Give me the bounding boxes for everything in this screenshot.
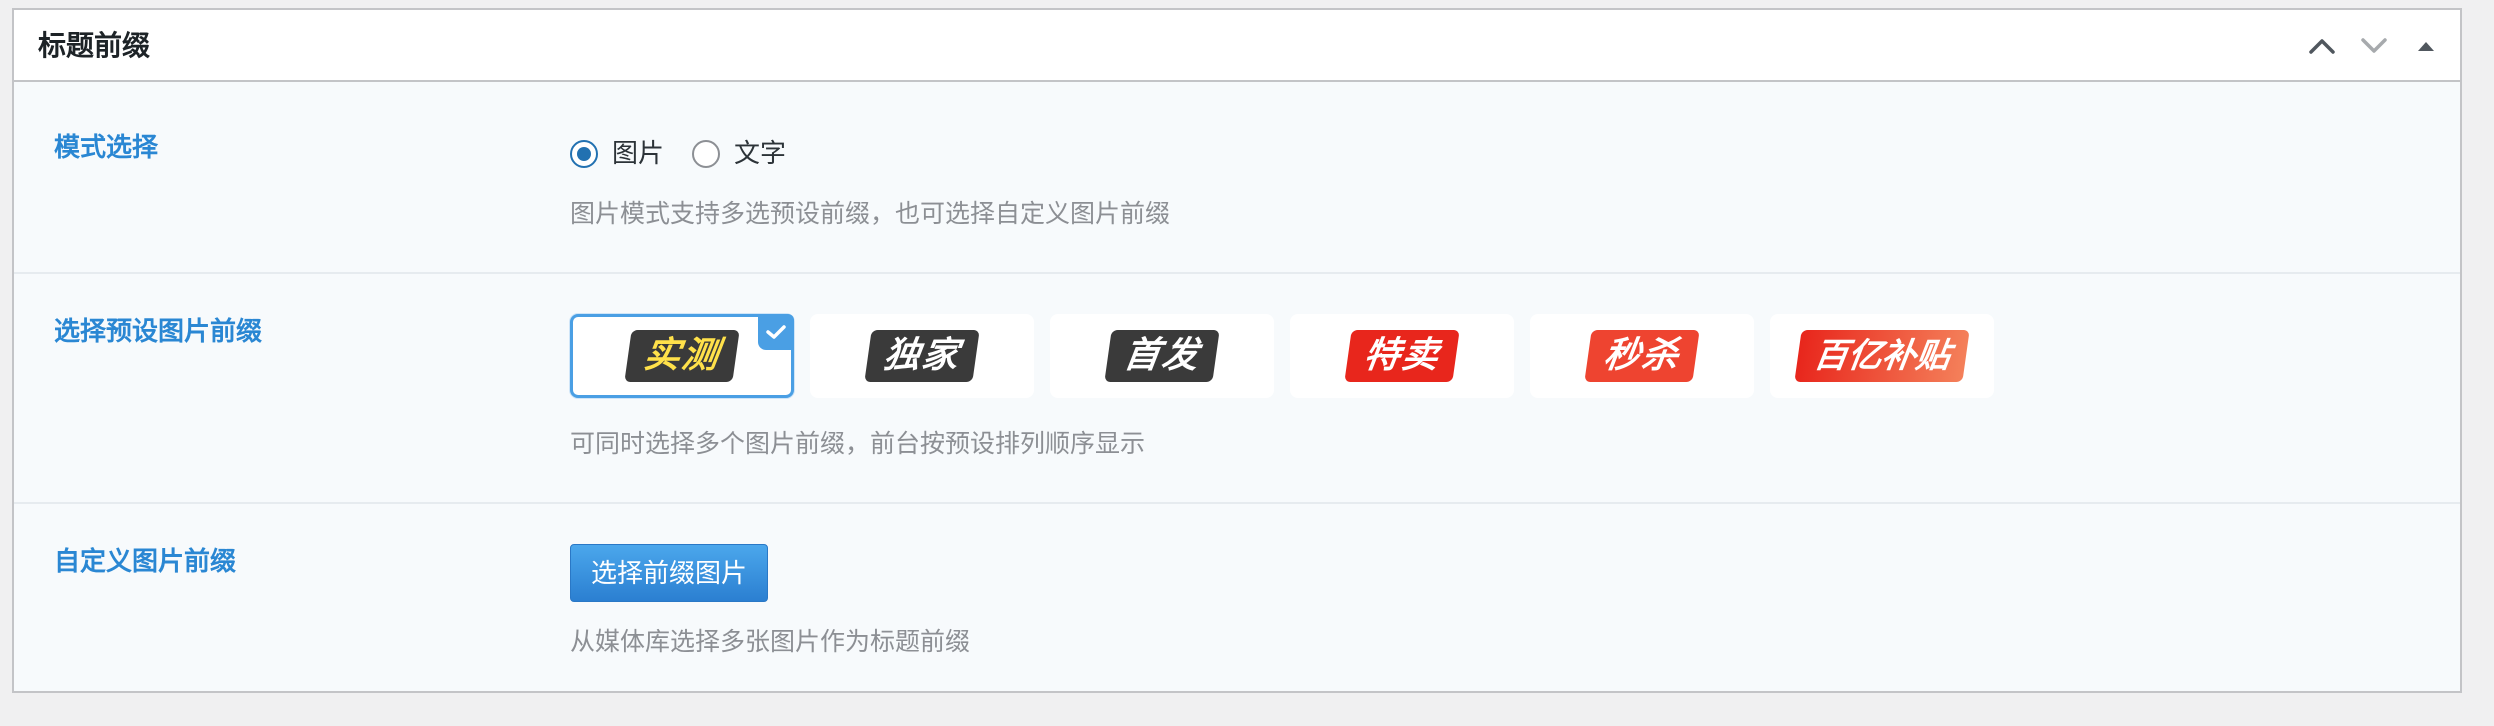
custom-description: 从媒体库选择多张图片作为标题前缀 <box>570 627 971 656</box>
radio-image-label: 图片 <box>612 139 665 169</box>
mode-field: 图片 文字 图片模式支持多选预设前缀，也可选择自定义图片前缀 <box>570 134 1170 230</box>
mode-radio-group: 图片 文字 <box>570 134 1170 174</box>
caret-up-icon <box>2418 42 2434 51</box>
preset-tile-baiyibutie[interactable]: 百亿补贴 <box>1770 314 1994 398</box>
move-down-button[interactable] <box>2348 26 2400 66</box>
preset-field: 实测 独家 首发 特卖 秒杀 百亿补贴 可同时选择多个图片前缀，前台按预设排列顺… <box>570 314 2010 460</box>
radio-dot <box>577 147 591 161</box>
chevron-down-icon <box>2361 38 2387 53</box>
preset-tile-temai[interactable]: 特卖 <box>1290 314 1514 398</box>
preset-badge: 秒杀 <box>1584 330 1700 382</box>
radio-image[interactable] <box>570 140 598 168</box>
custom-label: 自定义图片前缀 <box>54 547 237 577</box>
preset-tiles: 实测 独家 首发 特卖 秒杀 百亿补贴 <box>570 314 2010 398</box>
preset-tile-dujia[interactable]: 独家 <box>810 314 1034 398</box>
preset-badge: 实测 <box>624 330 740 382</box>
panel-title: 标题前缀 <box>38 29 151 62</box>
preset-badge: 独家 <box>864 330 980 382</box>
preset-badge: 首发 <box>1104 330 1220 382</box>
mode-row: 模式选择 图片 文字 图片模式支持多选预设前缀，也可选择自定义图片前缀 <box>14 82 2460 274</box>
selected-check <box>758 314 794 350</box>
chevron-up-icon <box>2309 39 2335 54</box>
custom-field: 选择前缀图片 从媒体库选择多张图片作为标题前缀 <box>570 544 970 658</box>
mode-label: 模式选择 <box>54 133 159 163</box>
toggle-panel-button[interactable] <box>2400 26 2452 66</box>
panel-header: 标题前缀 <box>14 10 2460 82</box>
preset-tile-shice[interactable]: 实测 <box>570 314 794 398</box>
custom-row: 自定义图片前缀 选择前缀图片 从媒体库选择多张图片作为标题前缀 <box>14 504 2460 693</box>
preset-tile-miaosha[interactable]: 秒杀 <box>1530 314 1754 398</box>
checkmark-icon <box>766 325 786 339</box>
radio-text[interactable] <box>692 140 721 168</box>
radio-text-label: 文字 <box>734 139 787 169</box>
mode-description: 图片模式支持多选预设前缀，也可选择自定义图片前缀 <box>570 199 1171 228</box>
preset-row: 选择预设图片前缀 实测 独家 首发 特卖 秒杀 百亿补贴 可同时选择多个图片前缀… <box>14 274 2460 504</box>
preset-badge: 百亿补贴 <box>1794 330 1970 382</box>
preset-label: 选择预设图片前缀 <box>54 317 263 347</box>
preset-tile-shoufa[interactable]: 首发 <box>1050 314 1274 398</box>
title-prefix-panel: 标题前缀 模式选择 图片 文字 图片模式支持多选预设前缀，也可选择自定义图片前缀… <box>12 8 2462 693</box>
choose-prefix-image-button[interactable]: 选择前缀图片 <box>570 544 769 602</box>
mode-option-text[interactable]: 文字 <box>692 138 786 170</box>
move-up-button[interactable] <box>2296 26 2348 66</box>
preset-description: 可同时选择多个图片前缀，前台按预设排列顺序显示 <box>570 429 1146 458</box>
mode-option-image[interactable]: 图片 <box>570 138 664 170</box>
header-tools <box>2296 26 2452 66</box>
preset-badge: 特卖 <box>1344 330 1460 382</box>
